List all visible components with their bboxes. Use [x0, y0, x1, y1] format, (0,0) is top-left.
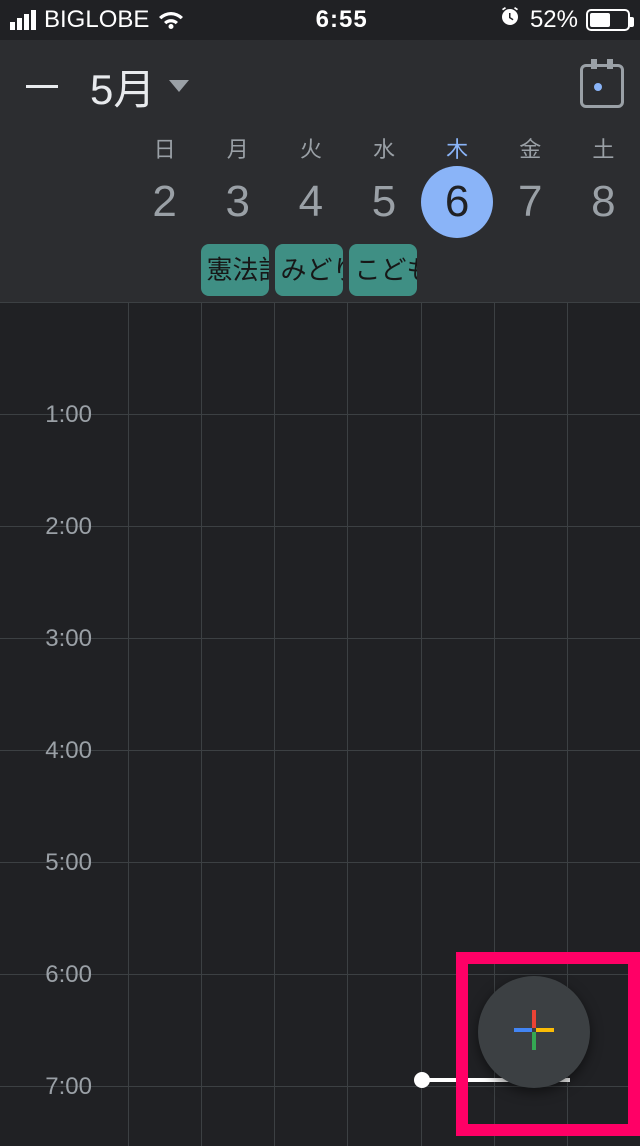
date-label-selected: 6 [421, 166, 493, 238]
battery-percent: 52% [530, 6, 578, 34]
hour-label: 4:00 [0, 737, 110, 765]
hour-row: 1:00 [0, 414, 640, 526]
calendar-icon [594, 83, 602, 91]
month-label: 5月 [90, 56, 155, 117]
hour-row [0, 302, 640, 414]
hour-label: 5:00 [0, 849, 110, 877]
date-label: 8 [567, 166, 640, 238]
month-selector[interactable]: 5月 [90, 56, 189, 117]
week-row: 日 2 月 3 火 4 水 5 木 6 金 7 土 8 [0, 132, 640, 238]
hour-row: 2:00 [0, 526, 640, 638]
menu-button[interactable] [16, 60, 68, 112]
carrier-label: BIGLOBE [44, 6, 149, 34]
hour-label: 2:00 [0, 513, 110, 541]
date-label: 2 [128, 166, 201, 238]
battery-fill [590, 13, 610, 27]
cellular-signal-icon [10, 10, 36, 30]
dow-label: 土 [567, 132, 640, 164]
plus-icon [510, 1006, 558, 1059]
day-col-tue[interactable]: 火 4 [274, 132, 347, 238]
now-indicator-dot [414, 1072, 430, 1088]
dow-label: 木 [421, 132, 494, 164]
day-col-sun[interactable]: 日 2 [128, 132, 201, 238]
dow-label: 金 [494, 132, 567, 164]
hour-row: 3:00 [0, 638, 640, 750]
hour-label: 6:00 [0, 961, 110, 989]
status-time: 6:55 [316, 6, 368, 34]
day-col-sat[interactable]: 土 8 [567, 132, 640, 238]
hour-label: 3:00 [0, 625, 110, 653]
date-label: 7 [494, 166, 567, 238]
dow-label: 火 [274, 132, 347, 164]
hamburger-icon [26, 85, 58, 88]
app-header: 5月 日 2 月 3 火 4 水 5 木 6 金 7 [0, 40, 640, 302]
alarm-icon [498, 5, 522, 36]
allday-event[interactable]: 憲法記 [201, 244, 269, 296]
date-label: 3 [201, 166, 274, 238]
day-col-mon[interactable]: 月 3 [201, 132, 274, 238]
day-col-thu[interactable]: 木 6 [421, 132, 494, 238]
battery-icon [586, 9, 630, 31]
date-label: 4 [274, 166, 347, 238]
day-col-wed[interactable]: 水 5 [347, 132, 420, 238]
allday-row: 憲法記 みどり こども [0, 244, 640, 302]
hour-row: 7:00 [0, 1086, 640, 1146]
allday-event[interactable]: みどり [275, 244, 343, 296]
app-toolbar: 5月 [0, 40, 640, 132]
hour-label: 7:00 [0, 1073, 110, 1101]
dow-label: 日 [128, 132, 201, 164]
status-right: 52% [498, 5, 630, 36]
chevron-down-icon [169, 80, 189, 92]
hour-label: 1:00 [0, 401, 110, 429]
status-left: BIGLOBE [10, 6, 185, 34]
dow-label: 水 [347, 132, 420, 164]
allday-event[interactable]: こども [349, 244, 417, 296]
today-button[interactable] [580, 64, 624, 108]
date-label: 5 [347, 166, 420, 238]
day-col-fri[interactable]: 金 7 [494, 132, 567, 238]
status-bar: BIGLOBE 6:55 52% [0, 0, 640, 40]
hour-row: 4:00 [0, 750, 640, 862]
hour-row: 5:00 [0, 862, 640, 974]
create-event-fab[interactable] [478, 976, 590, 1088]
wifi-icon [157, 9, 185, 31]
dow-label: 月 [201, 132, 274, 164]
